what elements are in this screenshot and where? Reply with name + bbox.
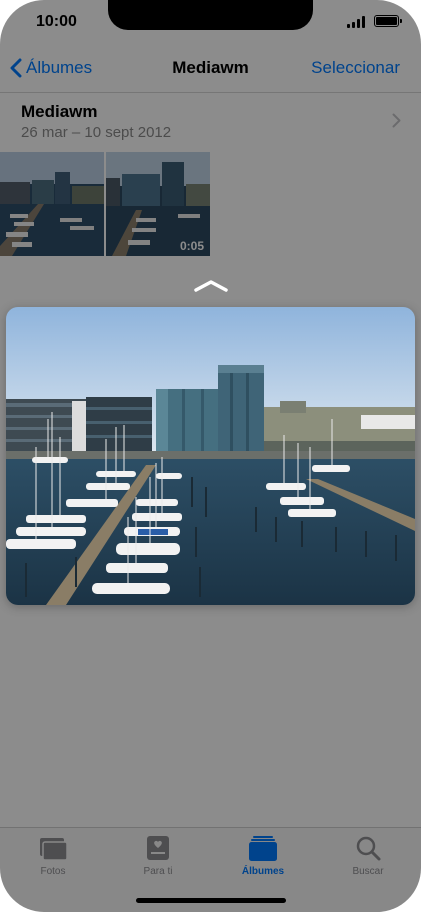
battery-tip	[400, 19, 402, 23]
for-you-icon	[147, 836, 169, 860]
tab-para-ti[interactable]: Para ti	[118, 834, 198, 882]
battery-icon	[374, 15, 399, 27]
album-title: Mediawm	[21, 102, 98, 121]
status-time: 10:00	[36, 13, 77, 30]
albums-icon	[249, 836, 277, 861]
video-duration: 0:05	[179, 239, 204, 253]
album-header[interactable]: Mediawm 26 mar – 10 sept 2012	[0, 92, 421, 150]
thumbnail-image	[0, 152, 104, 256]
home-indicator[interactable]	[136, 898, 286, 903]
select-button[interactable]: Seleccionar	[311, 58, 400, 78]
thumbnail-photo[interactable]	[0, 152, 104, 256]
status-bar: 10:00	[0, 0, 421, 44]
photos-icon	[40, 838, 68, 861]
navigation-bar: Álbumes Mediawm Seleccionar	[0, 44, 421, 92]
marina-photo	[6, 307, 415, 605]
chevron-up-icon	[194, 280, 228, 292]
signal-icon	[347, 16, 366, 28]
tab-buscar[interactable]: Buscar	[328, 834, 408, 882]
tab-label: Buscar	[352, 866, 384, 877]
tab-label: Fotos	[40, 866, 66, 877]
tab-albumes[interactable]: Álbumes	[223, 834, 303, 882]
tab-label: Álbumes	[241, 866, 285, 877]
album-dates: 26 mar – 10 sept 2012	[21, 124, 172, 141]
search-icon	[356, 836, 381, 861]
photo-preview[interactable]	[6, 307, 415, 605]
notch	[108, 0, 313, 30]
phone-screen: 10:00 Álbumes Mediawm Seleccionar Mediaw…	[0, 0, 421, 912]
chevron-right-icon	[392, 113, 401, 128]
tab-label: Para ti	[143, 866, 173, 877]
thumbnail-video[interactable]: 0:05	[106, 152, 210, 256]
tab-fotos[interactable]: Fotos	[13, 834, 93, 882]
